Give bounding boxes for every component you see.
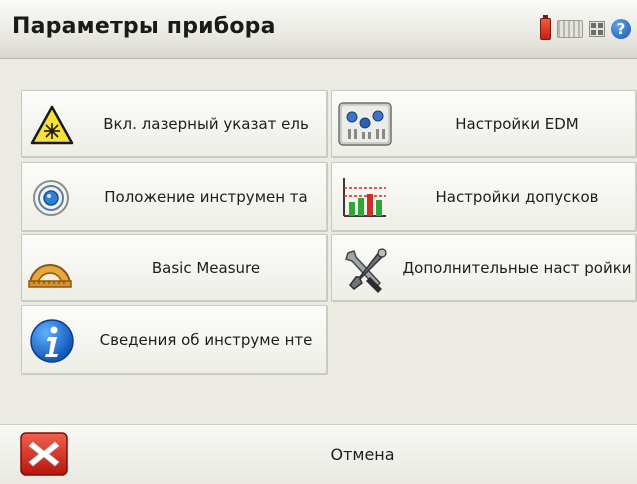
basic-measure-label: Basic Measure — [151, 258, 261, 277]
keyboard-icon[interactable] — [557, 20, 583, 38]
additional-settings-label: Дополнительные наст ройки — [402, 258, 632, 277]
title-bar: Параметры прибора ? — [0, 0, 637, 59]
cancel-button[interactable]: Отмена — [0, 424, 637, 484]
cancel-label: Отмена — [330, 444, 395, 464]
edm-settings-button[interactable]: Настройки EDM — [331, 90, 637, 158]
info-icon — [30, 319, 74, 363]
battery-icon[interactable] — [540, 15, 551, 40]
window-title: Параметры прибора — [12, 14, 276, 39]
grid-icon[interactable] — [589, 21, 605, 37]
laser-pointer-label: Вкл. лазерный указат ель — [103, 114, 309, 133]
additional-settings-button[interactable]: Дополнительные наст ройки — [331, 234, 637, 302]
target-position-icon — [33, 180, 69, 216]
tolerance-chart-icon — [343, 178, 386, 217]
tools-icon — [345, 248, 387, 293]
instrument-info-label: Сведения об инструме нте — [99, 330, 313, 349]
laser-warning-icon — [30, 105, 74, 145]
status-icons: ? — [540, 15, 631, 41]
edm-settings-icon — [338, 102, 392, 146]
tolerance-settings-button[interactable]: Настройки допусков — [331, 162, 637, 232]
instrument-info-button[interactable]: Сведения об инструме нте — [21, 305, 328, 375]
edm-settings-label: Настройки EDM — [455, 114, 579, 133]
window: Параметры прибора ? Вкл. лазерный указат… — [0, 0, 637, 484]
basic-measure-button[interactable]: Basic Measure — [21, 234, 328, 302]
instrument-position-button[interactable]: Положение инструмен та — [21, 162, 328, 232]
instrument-position-label: Положение инструмен та — [104, 187, 308, 206]
protractor-icon — [28, 264, 72, 288]
help-icon[interactable]: ? — [611, 19, 631, 39]
tolerance-settings-label: Настройки допусков — [435, 187, 599, 206]
laser-pointer-button[interactable]: Вкл. лазерный указат ель — [21, 90, 328, 158]
